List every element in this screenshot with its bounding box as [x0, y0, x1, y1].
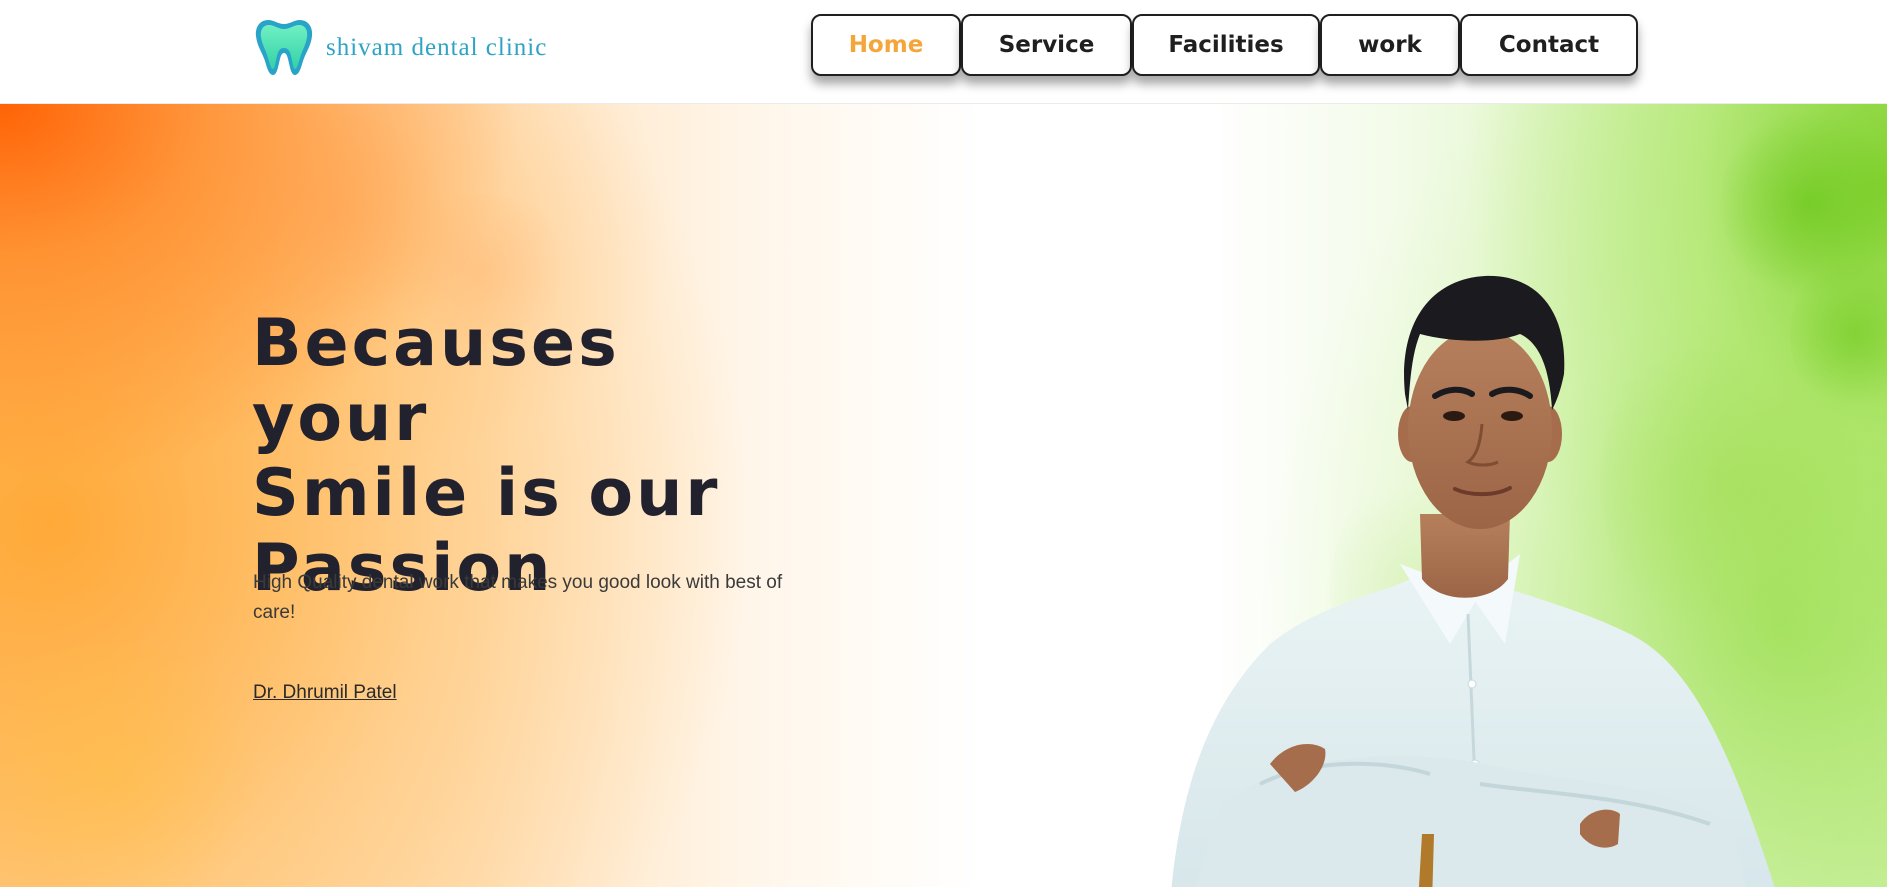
page: shivam dental clinic Home Service Facili…: [0, 0, 1887, 887]
orange-splash: [0, 644, 280, 887]
nav-work[interactable]: work: [1320, 14, 1460, 76]
hero-section: Becauses your Smile is our Passion High …: [0, 104, 1887, 887]
headline-line-1: Becauses your: [252, 306, 620, 456]
hero-subtext: High Quality dental work that makes you …: [253, 572, 783, 623]
doctor-name-link[interactable]: Dr. Dhrumil Patel: [253, 682, 397, 704]
nav-contact[interactable]: Contact: [1460, 14, 1638, 76]
site-header: shivam dental clinic Home Service Facili…: [0, 0, 1887, 104]
nav-service[interactable]: Service: [961, 14, 1132, 76]
logo-text: shivam dental clinic: [326, 34, 548, 61]
hero-headline: Becauses your Smile is our Passion: [252, 306, 812, 606]
tooth-icon: [255, 20, 313, 75]
doctor-photo: [1171, 275, 1775, 887]
site-logo[interactable]: shivam dental clinic: [252, 14, 547, 78]
nav-home[interactable]: Home: [811, 14, 961, 76]
nav-facilities[interactable]: Facilities: [1132, 14, 1320, 76]
headline-line-2: Smile is our: [252, 456, 721, 531]
